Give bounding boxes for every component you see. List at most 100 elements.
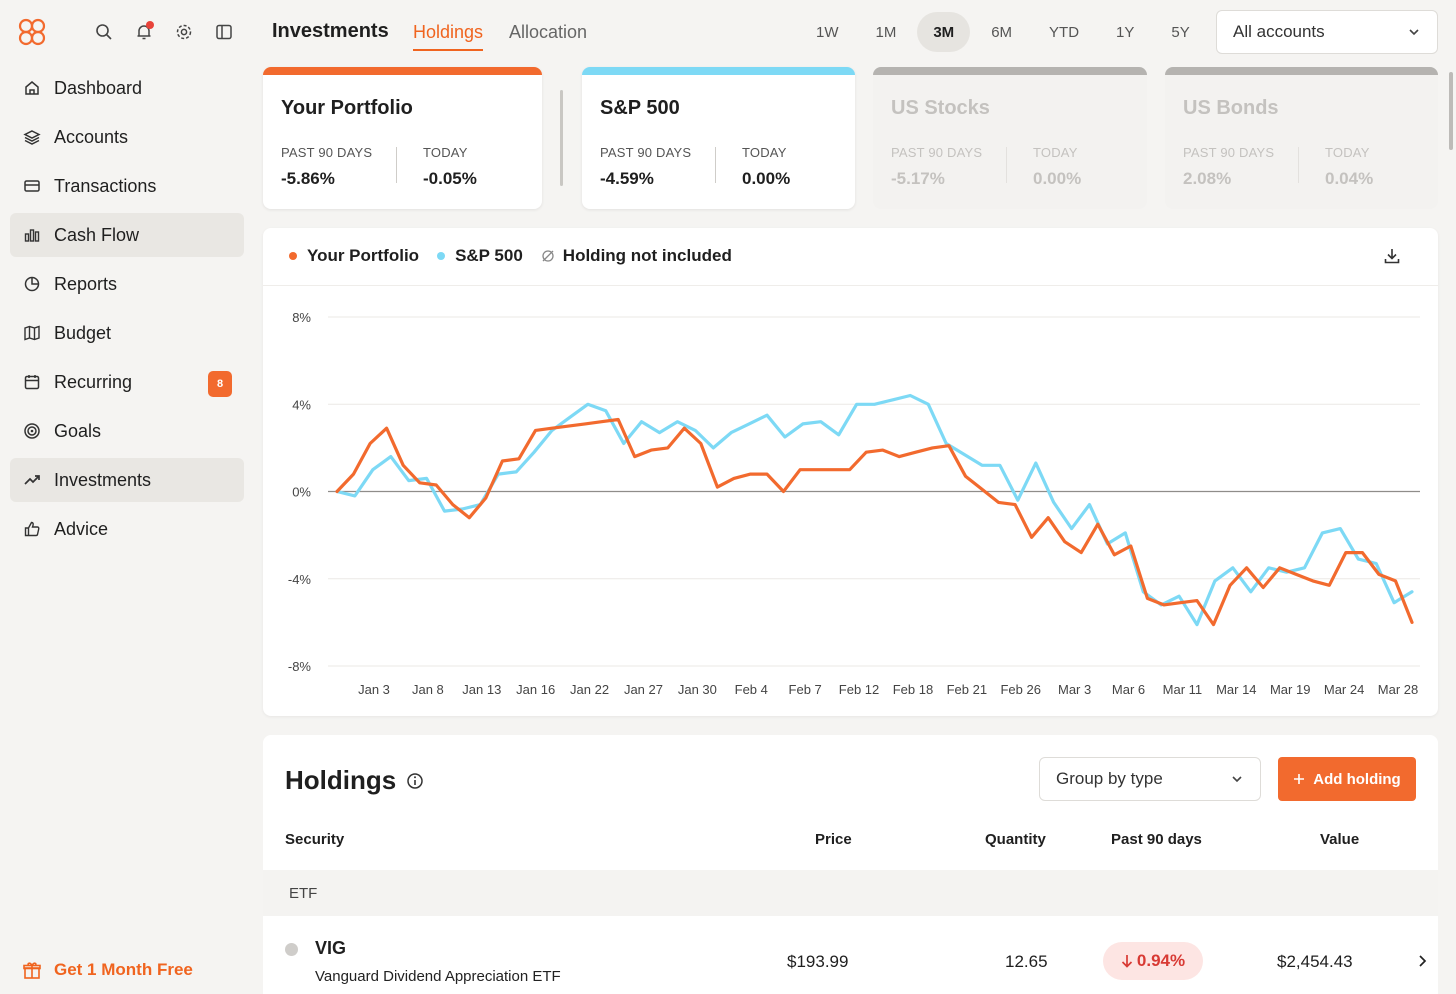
sidebar-item-transactions[interactable]: Transactions	[10, 164, 244, 208]
arrow-down-icon	[1121, 955, 1132, 968]
app-logo-icon[interactable]	[16, 16, 48, 48]
card-label-today: TODAY	[1325, 145, 1370, 160]
home-icon	[22, 78, 42, 98]
tab-holdings[interactable]: Holdings	[413, 22, 484, 51]
y-tick-label: -4%	[288, 572, 312, 587]
x-tick-label: Mar 6	[1112, 682, 1145, 697]
range-1w[interactable]: 1W	[800, 12, 855, 52]
chevron-down-icon	[1409, 29, 1419, 36]
card-separator	[1298, 147, 1299, 183]
sidebar-toggle-icon[interactable]	[212, 20, 236, 44]
x-tick-label: Feb 18	[893, 682, 933, 697]
sidebar-item-label: Dashboard	[54, 77, 143, 98]
sidebar-item-cash-flow[interactable]: Cash Flow	[10, 213, 244, 257]
layers-icon	[22, 127, 42, 147]
y-tick-label: -8%	[288, 659, 312, 674]
group-label: ETF	[289, 884, 318, 902]
notification-dot	[146, 21, 154, 29]
column-header-value[interactable]: Value	[1320, 831, 1359, 848]
add-holding-label: Add holding	[1313, 770, 1401, 788]
sidebar-item-label: Advice	[54, 518, 109, 539]
card-label-past90: PAST 90 DAYS	[600, 145, 692, 160]
range-1y[interactable]: 1Y	[1100, 12, 1150, 52]
sidebar-item-reports[interactable]: Reports	[10, 262, 244, 306]
x-tick-label: Mar 11	[1163, 682, 1203, 697]
bell-icon[interactable]	[132, 20, 156, 44]
card-label-past90: PAST 90 DAYS	[281, 145, 373, 160]
x-tick-label: Mar 19	[1270, 682, 1310, 697]
sidebar-item-label: Reports	[54, 273, 118, 294]
range-ytd[interactable]: YTD	[1033, 12, 1095, 52]
card-label-past90: PAST 90 DAYS	[1183, 145, 1275, 160]
sidebar-item-label: Transactions	[54, 175, 157, 196]
info-icon[interactable]	[406, 772, 424, 790]
x-tick-label: Mar 3	[1058, 682, 1091, 697]
tab-allocation[interactable]: Allocation	[509, 22, 587, 43]
x-tick-label: Feb 4	[735, 682, 768, 697]
x-tick-label: Jan 8	[412, 682, 444, 697]
holdings-title: Holdings	[285, 765, 424, 796]
sidebar-item-label: Cash Flow	[54, 224, 140, 245]
card-value-today: 0.04%	[1325, 169, 1374, 188]
gear-icon[interactable]	[172, 20, 196, 44]
card-label-past90: PAST 90 DAYS	[891, 145, 983, 160]
summary-card-us-stocks[interactable]: US Stocks PAST 90 DAYS -5.17% TODAY 0.00…	[873, 67, 1147, 209]
column-header-price[interactable]: Price	[815, 831, 852, 848]
search-icon[interactable]	[92, 20, 116, 44]
column-header-security[interactable]: Security	[285, 831, 344, 848]
target-icon	[22, 421, 42, 441]
sidebar-item-budget[interactable]: Budget	[10, 311, 244, 355]
x-tick-label: Feb 26	[1000, 682, 1040, 697]
x-tick-label: Jan 27	[624, 682, 663, 697]
accounts-dropdown[interactable]: All accounts	[1216, 10, 1438, 54]
sidebar-item-dashboard[interactable]: Dashboard	[10, 66, 244, 110]
column-header-quantity[interactable]: Quantity	[985, 831, 1046, 848]
cards-divider	[560, 90, 563, 186]
sidebar-item-label: Budget	[54, 322, 112, 343]
sidebar-item-recurring[interactable]: Recurring 8	[10, 360, 244, 404]
card-color-bar	[1165, 67, 1438, 75]
promo-label: Get 1 Month Free	[54, 960, 193, 979]
column-header-past90[interactable]: Past 90 days	[1111, 831, 1202, 848]
card-separator	[715, 147, 716, 183]
card-label-today: TODAY	[423, 145, 468, 160]
x-tick-label: Mar 28	[1378, 682, 1418, 697]
card-value-past90: -5.17%	[891, 169, 945, 188]
thumbs-up-icon	[22, 519, 42, 539]
holdings-group-header[interactable]: ETF	[263, 870, 1438, 916]
sidebar-item-label: Investments	[54, 469, 152, 490]
page-scrollbar[interactable]	[1449, 72, 1453, 150]
performance-line-chart[interactable]: 8% 4% 0% -4% -8% Jan 3 Jan 8 Jan 13 Jan 16 Jan 22…	[263, 228, 1438, 716]
card-color-bar	[582, 67, 855, 75]
table-row[interactable]: VIG Vanguard Dividend Appreciation ETF $…	[263, 916, 1438, 994]
sidebar-nav: Dashboard Accounts Transactions Cash Flo…	[10, 66, 244, 556]
x-tick-label: Jan 13	[462, 682, 501, 697]
sidebar-item-goals[interactable]: Goals	[10, 409, 244, 453]
security-symbol: VIG	[315, 938, 347, 958]
accounts-dropdown-value: All accounts	[1233, 22, 1325, 41]
summary-card-portfolio[interactable]: Your Portfolio PAST 90 DAYS -5.86% TODAY…	[263, 67, 542, 209]
promo-link[interactable]: Get 1 Month Free	[22, 960, 193, 980]
sidebar: Dashboard Accounts Transactions Cash Flo…	[0, 0, 256, 994]
x-tick-label: Mar 24	[1324, 682, 1364, 697]
chevron-right-icon[interactable]	[1416, 954, 1428, 968]
x-tick-label: Feb 21	[947, 682, 987, 697]
range-3m[interactable]: 3M	[917, 12, 971, 52]
card-value-past90: -5.86%	[281, 169, 335, 188]
add-holding-button[interactable]: Add holding	[1278, 757, 1416, 801]
range-5y[interactable]: 5Y	[1155, 12, 1205, 52]
summary-card-us-bonds[interactable]: US Bonds PAST 90 DAYS 2.08% TODAY 0.04%	[1165, 67, 1438, 209]
summary-card-sp500[interactable]: S&P 500 PAST 90 DAYS -4.59% TODAY 0.00%	[582, 67, 855, 209]
range-1m[interactable]: 1M	[860, 12, 913, 52]
group-by-dropdown[interactable]: Group by type	[1039, 757, 1261, 801]
sidebar-item-accounts[interactable]: Accounts	[10, 115, 244, 159]
sidebar-item-investments[interactable]: Investments	[10, 458, 244, 502]
series-line-sp500	[335, 393, 1414, 627]
range-6m[interactable]: 6M	[975, 12, 1028, 52]
card-title: S&P 500	[600, 97, 680, 119]
bar-chart-icon	[22, 225, 42, 245]
sidebar-item-advice[interactable]: Advice	[10, 507, 244, 551]
security-name: Vanguard Dividend Appreciation ETF	[315, 968, 561, 985]
x-tick-label: Mar 14	[1216, 682, 1256, 697]
x-tick-label: Jan 22	[570, 682, 609, 697]
